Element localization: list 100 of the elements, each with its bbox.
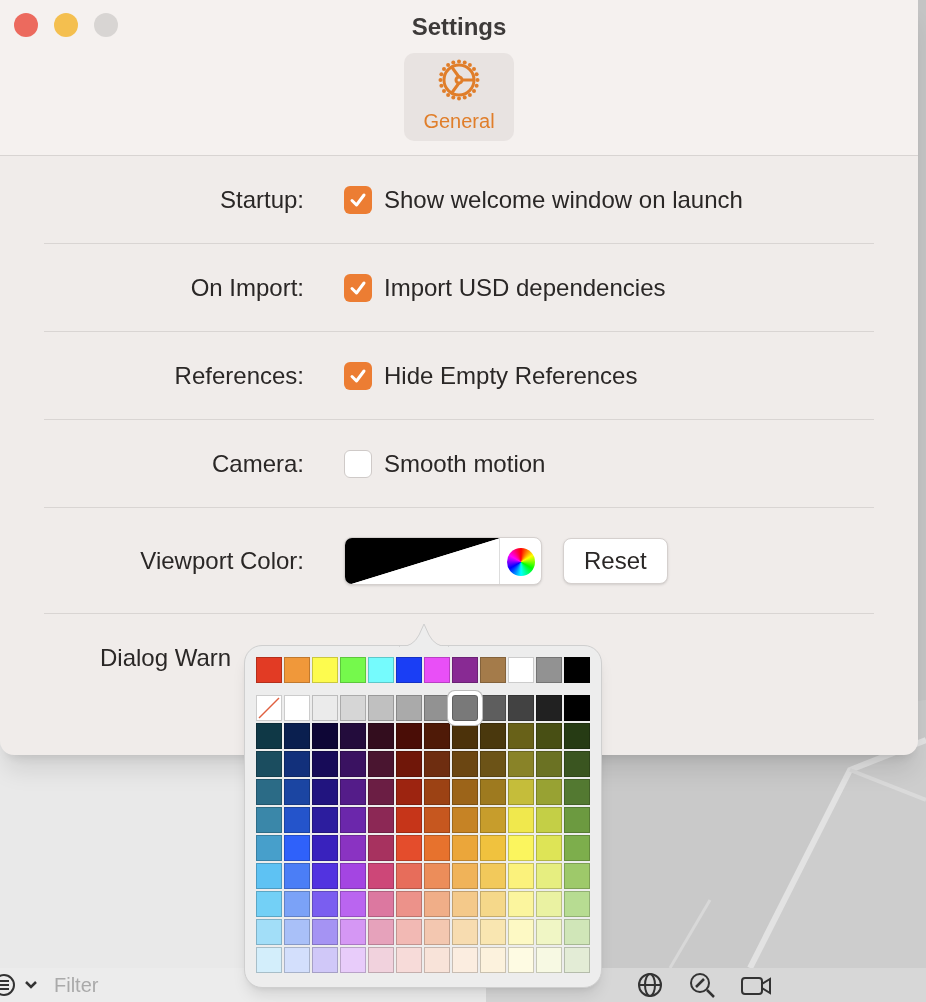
color-swatch[interactable] (396, 751, 422, 777)
color-swatch[interactable] (424, 751, 450, 777)
color-swatch[interactable] (312, 779, 338, 805)
color-swatch[interactable] (284, 947, 310, 973)
color-swatch[interactable] (508, 919, 534, 945)
color-swatch[interactable] (340, 807, 366, 833)
color-swatch[interactable] (424, 947, 450, 973)
color-swatch[interactable] (508, 835, 534, 861)
color-swatch[interactable] (256, 723, 282, 749)
color-swatch[interactable] (564, 751, 590, 777)
color-swatch[interactable] (312, 751, 338, 777)
no-color-swatch[interactable] (256, 695, 282, 721)
close-button[interactable] (14, 13, 38, 37)
color-swatch[interactable] (564, 807, 590, 833)
color-swatch[interactable] (452, 947, 478, 973)
color-swatch[interactable] (284, 695, 310, 721)
color-swatch[interactable] (340, 779, 366, 805)
color-swatch[interactable] (368, 779, 394, 805)
color-swatch[interactable] (424, 807, 450, 833)
color-swatch[interactable] (284, 891, 310, 917)
color-swatch[interactable] (452, 863, 478, 889)
color-swatch[interactable] (564, 835, 590, 861)
color-swatch[interactable] (256, 751, 282, 777)
color-swatch[interactable] (508, 891, 534, 917)
color-swatch[interactable] (480, 947, 506, 973)
color-swatch[interactable] (564, 723, 590, 749)
color-swatch[interactable] (284, 751, 310, 777)
color-swatch[interactable] (480, 807, 506, 833)
color-swatch[interactable] (508, 695, 534, 721)
color-swatch[interactable] (480, 723, 506, 749)
color-swatch[interactable] (508, 807, 534, 833)
color-swatch[interactable] (396, 891, 422, 917)
checkbox[interactable] (344, 449, 372, 478)
color-swatch[interactable] (368, 863, 394, 889)
color-swatch[interactable] (396, 723, 422, 749)
color-swatch[interactable] (452, 751, 478, 777)
color-swatch[interactable] (284, 779, 310, 805)
color-swatch[interactable] (284, 723, 310, 749)
color-swatch[interactable] (424, 657, 450, 683)
color-swatch[interactable] (256, 657, 282, 683)
color-swatch[interactable] (452, 891, 478, 917)
color-swatch[interactable] (256, 835, 282, 861)
globe-icon[interactable] (636, 971, 664, 999)
color-swatch[interactable] (312, 891, 338, 917)
color-swatch[interactable] (368, 919, 394, 945)
color-swatch[interactable] (396, 919, 422, 945)
color-swatch[interactable] (508, 779, 534, 805)
color-swatch[interactable] (340, 835, 366, 861)
color-swatch[interactable] (256, 779, 282, 805)
color-swatch[interactable] (564, 779, 590, 805)
color-swatch[interactable] (340, 751, 366, 777)
color-swatch[interactable] (536, 723, 562, 749)
color-swatch[interactable] (536, 657, 562, 683)
color-swatch[interactable] (312, 947, 338, 973)
zoom-button[interactable] (94, 13, 118, 37)
color-swatch[interactable] (396, 695, 422, 721)
color-swatch[interactable] (340, 891, 366, 917)
color-swatch[interactable] (396, 947, 422, 973)
color-swatch[interactable] (340, 695, 366, 721)
color-swatch[interactable] (424, 863, 450, 889)
color-swatch[interactable] (508, 751, 534, 777)
color-swatch[interactable] (368, 751, 394, 777)
color-swatch[interactable] (284, 807, 310, 833)
color-swatch[interactable] (396, 835, 422, 861)
color-swatch[interactable] (480, 891, 506, 917)
color-swatch[interactable] (564, 863, 590, 889)
color-swatch[interactable] (312, 863, 338, 889)
color-swatch[interactable] (452, 807, 478, 833)
color-swatch[interactable] (480, 779, 506, 805)
color-swatch[interactable] (452, 835, 478, 861)
color-swatch[interactable] (368, 947, 394, 973)
color-swatch[interactable] (256, 863, 282, 889)
color-swatch[interactable] (536, 919, 562, 945)
checkbox[interactable] (344, 185, 372, 214)
color-swatch[interactable] (368, 657, 394, 683)
color-swatch[interactable] (536, 751, 562, 777)
color-swatch[interactable] (396, 657, 422, 683)
color-swatch[interactable] (284, 919, 310, 945)
color-swatch[interactable] (312, 695, 338, 721)
color-swatch[interactable] (424, 723, 450, 749)
color-swatch[interactable] (564, 919, 590, 945)
color-swatch[interactable] (368, 807, 394, 833)
color-swatch[interactable] (368, 891, 394, 917)
color-swatch[interactable] (564, 695, 590, 721)
chevron-down-icon[interactable] (24, 980, 38, 990)
color-swatch[interactable] (480, 919, 506, 945)
color-swatch[interactable] (564, 891, 590, 917)
color-swatch[interactable] (536, 695, 562, 721)
reset-button[interactable]: Reset (563, 537, 668, 584)
color-swatch[interactable] (536, 779, 562, 805)
color-swatch[interactable] (452, 919, 478, 945)
color-swatch[interactable] (340, 947, 366, 973)
filter-field[interactable]: Filter (54, 970, 234, 1000)
color-swatch[interactable] (564, 657, 590, 683)
color-swatch[interactable] (424, 891, 450, 917)
color-swatch[interactable] (340, 657, 366, 683)
color-swatch[interactable] (480, 863, 506, 889)
color-swatch[interactable] (424, 779, 450, 805)
color-swatch[interactable] (340, 919, 366, 945)
color-swatch[interactable] (536, 863, 562, 889)
